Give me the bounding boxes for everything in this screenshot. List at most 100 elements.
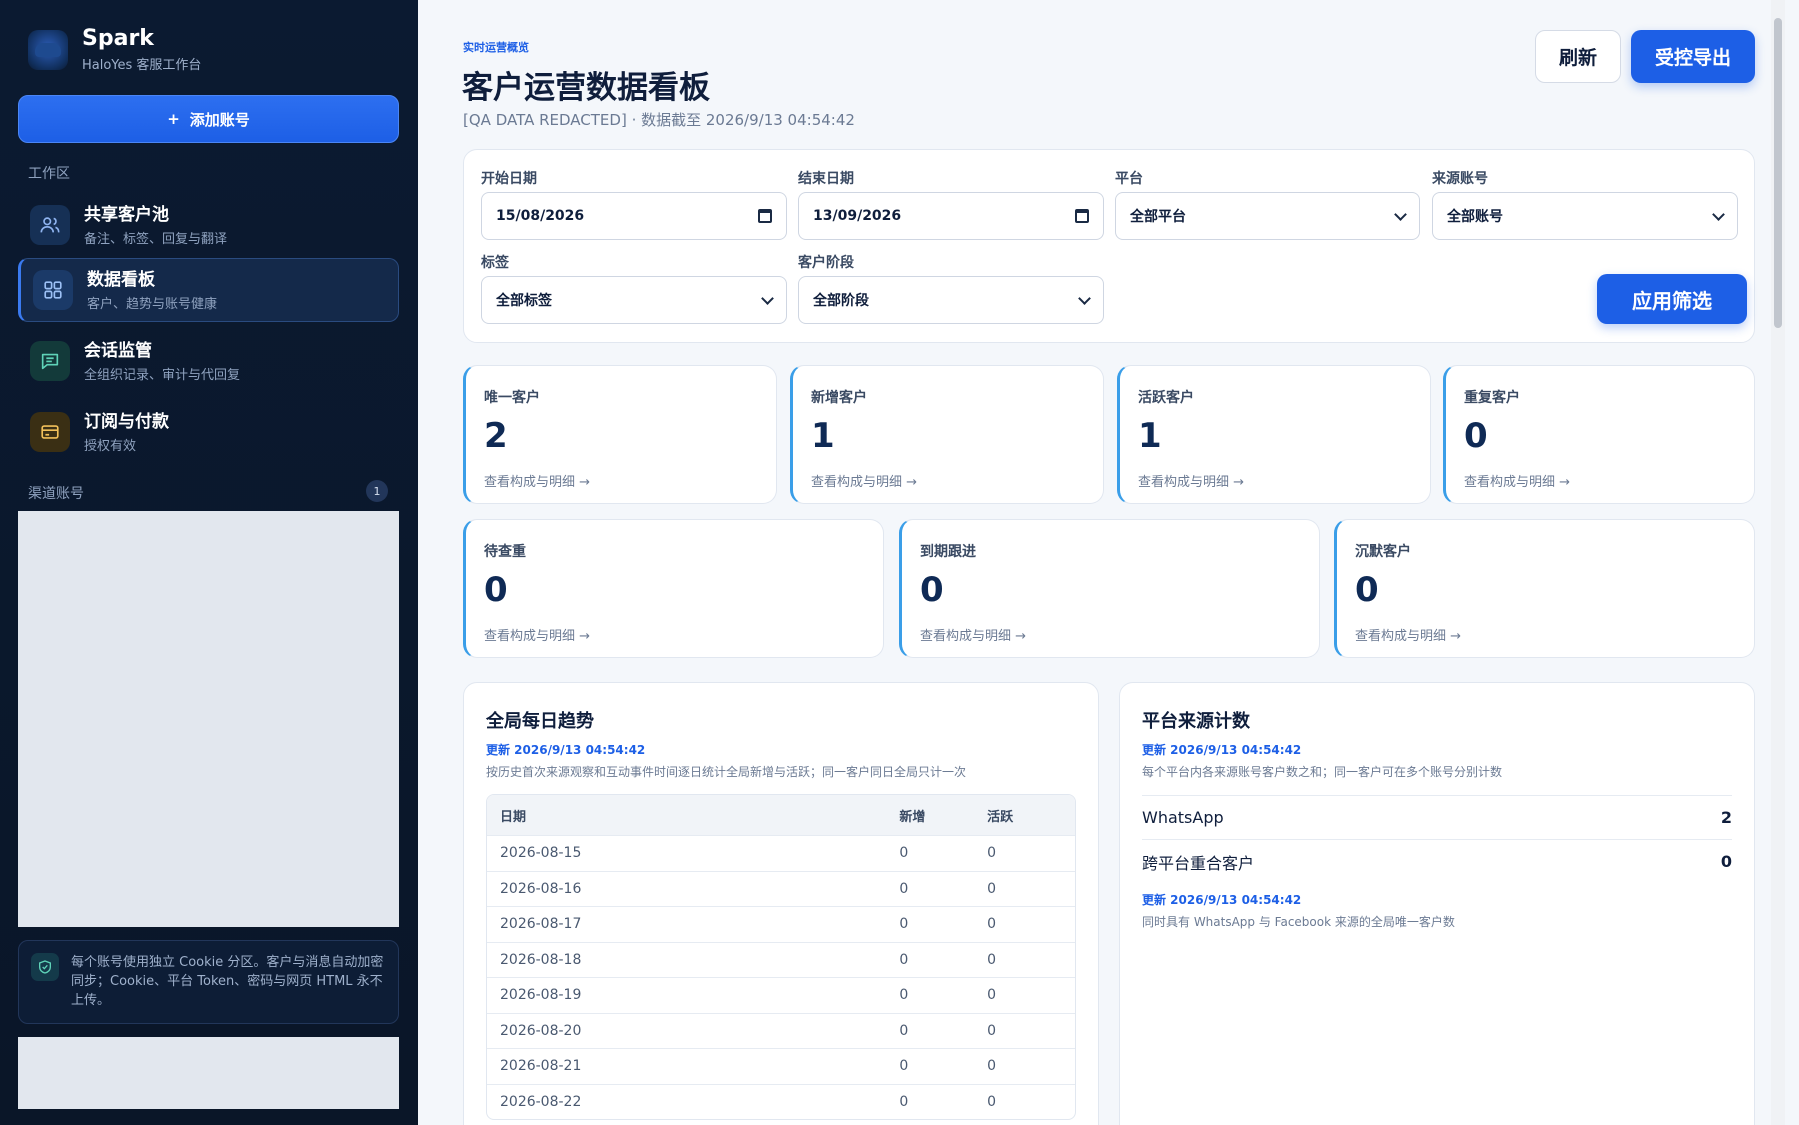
date-cell: 2026-08-16	[500, 880, 582, 897]
stat-label: 唯一客户	[484, 390, 540, 406]
active-cell: 0	[987, 951, 997, 968]
main-content: 实时运营概览 客户运营数据看板 [QA DATA REDACTED] · 数据截…	[418, 0, 1785, 1125]
table-row: 2026-08-19 0 0	[487, 977, 1075, 1013]
new-cell: 0	[899, 987, 909, 1004]
sidebar-item-subtitle: 备注、标签、回复与翻译	[84, 231, 228, 247]
date-cell: 2026-08-15	[500, 845, 582, 862]
sidebar-item-title: 订阅与付款	[84, 411, 169, 432]
stat-detail-link[interactable]: 查看构成与明细 →	[484, 625, 590, 644]
sidebar-bottom-panel[interactable]	[18, 1037, 399, 1109]
stat-detail-link[interactable]: 查看构成与明细 →	[811, 471, 917, 490]
sidebar-item-session-monitor[interactable]: 会话监管 全组织记录、审计与代回复	[18, 329, 399, 393]
date-cell: 2026-08-21	[500, 1058, 582, 1075]
stat-card-silent[interactable]: 沉默客户 0 查看构成与明细 →	[1334, 519, 1755, 658]
stat-card-pending-dedupe[interactable]: 待查重 0 查看构成与明细 →	[463, 519, 884, 658]
stat-label: 待查重	[484, 544, 526, 560]
new-cell: 0	[899, 1058, 909, 1075]
source-label: WhatsApp	[1142, 808, 1224, 827]
end-date-input[interactable]: 13/09/2026	[798, 192, 1104, 240]
chevron-down-icon	[1078, 292, 1091, 305]
export-button[interactable]: 受控导出	[1631, 30, 1755, 83]
trend-table: 日期 新增 活跃 2026-08-15 0 0 2026-08-16 0 0 2026-…	[486, 794, 1076, 1120]
stat-card-unique[interactable]: 唯一客户 2 查看构成与明细 →	[463, 365, 777, 504]
page-eyebrow: 实时运营概览	[463, 41, 529, 54]
sidebar-item-dashboard[interactable]: 数据看板 客户、趋势与账号健康	[18, 258, 399, 322]
stat-card-repeat[interactable]: 重复客户 0 查看构成与明细 →	[1443, 365, 1755, 504]
tag-value: 全部标签	[496, 293, 552, 309]
scrollbar-thumb[interactable]	[1774, 18, 1782, 328]
source-updated-2: 更新 2026/9/13 04:54:42	[1142, 893, 1302, 907]
source-value: 0	[1720, 852, 1732, 871]
active-cell: 0	[987, 880, 997, 897]
active-cell: 0	[987, 987, 997, 1004]
column-header: 活跃	[987, 809, 1014, 825]
stage-select[interactable]: 全部阶段	[798, 276, 1104, 324]
channel-accounts-panel[interactable]	[18, 511, 399, 927]
table-row: 2026-08-22 0 0	[487, 1083, 1075, 1120]
stat-detail-link[interactable]: 查看构成与明细 →	[1464, 471, 1570, 490]
end-date-value: 13/09/2026	[813, 208, 902, 224]
date-cell: 2026-08-20	[500, 1022, 582, 1039]
chevron-down-icon	[1712, 208, 1725, 221]
stage-value: 全部阶段	[813, 293, 869, 309]
date-cell: 2026-08-18	[500, 951, 582, 968]
users-icon	[30, 205, 70, 245]
channels-count-badge: 1	[366, 480, 388, 502]
active-cell: 0	[987, 1058, 997, 1075]
source-account-select[interactable]: 全部账号	[1432, 192, 1738, 240]
sidebar-item-title: 共享客户池	[84, 204, 169, 225]
start-date-input[interactable]: 15/08/2026	[481, 192, 787, 240]
source-label: 跨平台重合客户	[1142, 853, 1255, 873]
apply-filters-button[interactable]: 应用筛选	[1597, 274, 1747, 324]
add-account-label: 添加账号	[189, 110, 250, 129]
table-row: 2026-08-18 0 0	[487, 941, 1075, 978]
stat-card-active[interactable]: 活跃客户 1 查看构成与明细 →	[1117, 365, 1431, 504]
sidebar-item-subscription[interactable]: 订阅与付款 授权有效	[18, 400, 399, 464]
stat-label: 沉默客户	[1355, 544, 1411, 560]
main-scrollbar[interactable]	[1771, 0, 1785, 1125]
trend-title: 全局每日趋势	[486, 711, 594, 732]
trend-updated: 更新 2026/9/13 04:54:42	[486, 743, 646, 757]
channels-label: 渠道账号	[28, 486, 84, 502]
security-notice: 每个账号使用独立 Cookie 分区。客户与消息自动加密同步；Cookie、平台…	[18, 940, 399, 1024]
brand-name: Spark	[82, 26, 154, 51]
sidebar-item-subtitle: 授权有效	[84, 438, 137, 454]
stat-label: 新增客户	[811, 390, 867, 406]
table-row: 2026-08-21 0 0	[487, 1048, 1075, 1084]
source-row-whatsapp: WhatsApp 2	[1142, 795, 1732, 839]
stat-card-due-followup[interactable]: 到期跟进 0 查看构成与明细 →	[899, 519, 1320, 658]
stat-detail-link[interactable]: 查看构成与明细 →	[920, 625, 1026, 644]
calendar-icon[interactable]	[758, 209, 772, 223]
stat-value: 0	[1355, 570, 1379, 610]
plus-icon: +	[167, 110, 180, 128]
stat-detail-link[interactable]: 查看构成与明细 →	[1355, 625, 1461, 644]
platform-select[interactable]: 全部平台	[1115, 192, 1420, 240]
calendar-icon[interactable]	[1075, 209, 1089, 223]
table-row: 2026-08-15 0 0	[487, 835, 1075, 871]
add-account-button[interactable]: + 添加账号	[18, 95, 399, 143]
new-cell: 0	[899, 1093, 909, 1110]
tag-label: 标签	[481, 255, 509, 271]
new-cell: 0	[899, 1022, 909, 1039]
new-cell: 0	[899, 916, 909, 933]
date-cell: 2026-08-17	[500, 916, 582, 933]
tag-select[interactable]: 全部标签	[481, 276, 787, 324]
stat-card-new[interactable]: 新增客户 1 查看构成与明细 →	[790, 365, 1104, 504]
security-notice-text: 每个账号使用独立 Cookie 分区。客户与消息自动加密同步；Cookie、平台…	[71, 955, 384, 1008]
source-account-value: 全部账号	[1447, 209, 1503, 225]
platform-label: 平台	[1115, 171, 1143, 187]
trend-description: 按历史首次来源观察和互动事件时间逐日统计全局新增与活跃；同一客户同日全局只计一次	[486, 765, 967, 779]
platform-source-panel: 平台来源计数 更新 2026/9/13 04:54:42 每个平台内各来源账号客…	[1119, 682, 1755, 1125]
end-date-label: 结束日期	[798, 171, 854, 187]
date-cell: 2026-08-22	[500, 1093, 582, 1110]
stat-detail-link[interactable]: 查看构成与明细 →	[1138, 471, 1244, 490]
new-cell: 0	[899, 845, 909, 862]
table-row: 2026-08-20 0 0	[487, 1012, 1075, 1049]
sidebar-item-title: 会话监管	[84, 340, 152, 361]
stat-value: 0	[1464, 416, 1488, 456]
stat-detail-link[interactable]: 查看构成与明细 →	[484, 471, 590, 490]
refresh-button[interactable]: 刷新	[1535, 30, 1621, 83]
start-date-value: 15/08/2026	[496, 208, 585, 224]
sidebar-item-customer-pool[interactable]: 共享客户池 备注、标签、回复与翻译	[18, 193, 399, 257]
stat-label: 重复客户	[1464, 390, 1520, 406]
